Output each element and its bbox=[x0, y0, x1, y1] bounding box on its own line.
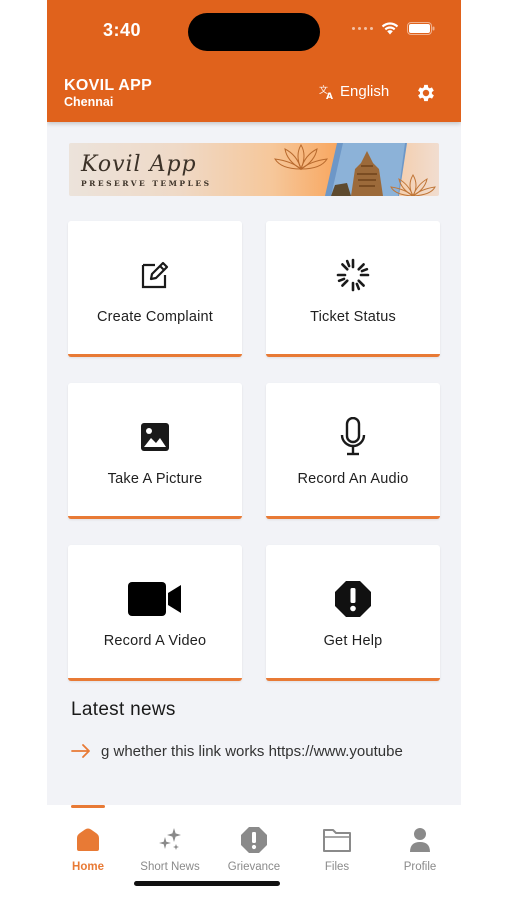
tab-grievance[interactable]: Grievance bbox=[213, 825, 295, 873]
arrow-right-icon bbox=[71, 744, 90, 758]
svg-text:A: A bbox=[326, 92, 333, 100]
tab-files[interactable]: Files bbox=[296, 825, 378, 873]
alert-icon bbox=[240, 825, 268, 855]
news-text: g whether this link works https://www.yo… bbox=[101, 742, 403, 760]
status-icons bbox=[352, 22, 435, 35]
active-tab-indicator bbox=[71, 805, 105, 808]
battery-icon bbox=[407, 22, 435, 35]
translate-icon: 文 A bbox=[319, 84, 333, 100]
microphone-icon bbox=[339, 417, 367, 456]
card-label: Take A Picture bbox=[107, 471, 203, 487]
dynamic-island bbox=[188, 13, 320, 51]
alert-octagon-icon bbox=[334, 581, 372, 617]
card-label: Record A Video bbox=[103, 633, 207, 649]
take-a-picture-card[interactable]: Take A Picture bbox=[68, 383, 242, 519]
app-title: KOVIL APP bbox=[64, 77, 153, 94]
tab-home[interactable]: Home bbox=[47, 825, 129, 873]
tab-short-news[interactable]: Short News bbox=[129, 825, 211, 873]
kovil-app-banner: Kovil App PRESERVE TEMPLES bbox=[69, 143, 439, 196]
city-label: Chennai bbox=[64, 95, 114, 109]
home-indicator bbox=[134, 881, 280, 886]
image-icon bbox=[140, 419, 170, 455]
folder-icon bbox=[322, 825, 352, 855]
record-a-video-card[interactable]: Record A Video bbox=[68, 545, 242, 681]
sparkles-icon bbox=[157, 825, 183, 855]
tab-label: Files bbox=[324, 861, 350, 873]
app-header: 3:40 KOVIL APP Chennai 文 A English bbox=[47, 0, 461, 122]
tab-label: Home bbox=[72, 861, 104, 873]
language-selector[interactable]: 文 A English bbox=[319, 83, 389, 100]
settings-gear-icon[interactable] bbox=[415, 82, 437, 104]
wifi-icon bbox=[381, 22, 399, 35]
home-icon bbox=[75, 825, 101, 855]
record-an-audio-card[interactable]: Record An Audio bbox=[266, 383, 440, 519]
create-complaint-card[interactable]: Create Complaint bbox=[68, 221, 242, 357]
status-time: 3:40 bbox=[103, 20, 142, 40]
video-camera-icon bbox=[128, 581, 182, 617]
ticket-status-card[interactable]: Ticket Status bbox=[266, 221, 440, 357]
edit-icon bbox=[140, 257, 170, 293]
loading-spinner-icon bbox=[336, 257, 370, 293]
get-help-card[interactable]: Get Help bbox=[266, 545, 440, 681]
language-label: English bbox=[340, 83, 390, 100]
card-label: Ticket Status bbox=[310, 309, 396, 325]
tab-label: Grievance bbox=[227, 861, 281, 873]
app-screen: 3:40 KOVIL APP Chennai 文 A English Kovil… bbox=[47, 0, 461, 900]
card-label: Create Complaint bbox=[96, 309, 214, 325]
banner-subtitle: PRESERVE TEMPLES bbox=[81, 179, 212, 188]
tab-profile[interactable]: Profile bbox=[379, 825, 461, 873]
news-ticker-item[interactable]: g whether this link works https://www.yo… bbox=[71, 739, 437, 763]
tab-label: Short News bbox=[140, 861, 200, 873]
cellular-signal-icon bbox=[352, 27, 373, 30]
person-icon bbox=[409, 825, 431, 855]
banner-title: Kovil App bbox=[81, 152, 197, 177]
latest-news-heading: Latest news bbox=[71, 699, 176, 720]
card-label: Get Help bbox=[323, 633, 383, 649]
card-label: Record An Audio bbox=[297, 471, 409, 487]
tab-label: Profile bbox=[403, 861, 437, 873]
